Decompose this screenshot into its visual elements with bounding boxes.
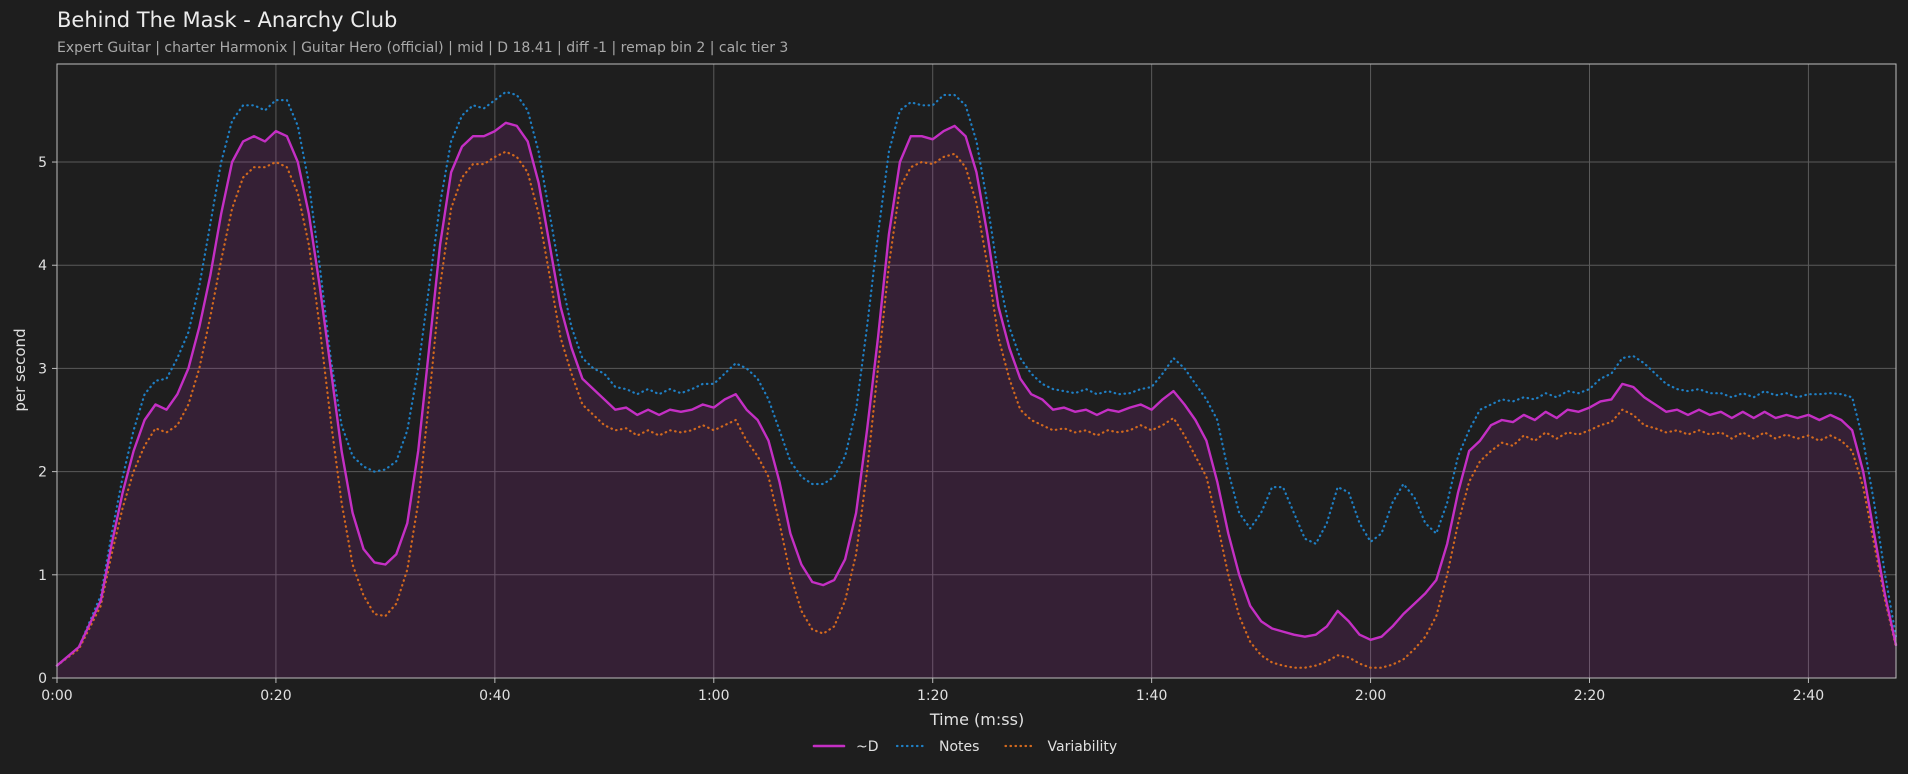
x-tick-label: 2:00 bbox=[1355, 688, 1386, 704]
x-tick-label: 2:40 bbox=[1793, 688, 1824, 704]
y-tick-label: 3 bbox=[38, 361, 47, 377]
y-tick-label: 5 bbox=[38, 155, 47, 171]
legend: ~D Notes Variability bbox=[812, 739, 1118, 755]
chart-canvas: 0:00 0:20 0:40 1:00 1:20 1:40 2:00 2:20 2:40 0 1 2… bbox=[11, 63, 1898, 755]
y-tick-label: 0 bbox=[38, 671, 47, 687]
y-tick-label: 1 bbox=[38, 568, 47, 584]
x-tick-label: 0:20 bbox=[260, 688, 291, 704]
x-tick-label: 0:40 bbox=[479, 688, 510, 704]
x-tick-label: 2:20 bbox=[1574, 688, 1605, 704]
legend-item: Variability bbox=[1004, 739, 1118, 755]
y-tick-label: 4 bbox=[38, 258, 47, 274]
y-axis-label: per second bbox=[11, 328, 29, 411]
legend-item: Notes bbox=[895, 739, 979, 755]
x-axis-ticks: 0:00 0:20 0:40 1:00 1:20 1:40 2:00 2:20 2:40 bbox=[41, 678, 1824, 704]
legend-label: ~D bbox=[856, 739, 879, 755]
y-axis-ticks: 0 1 2 3 4 5 bbox=[38, 155, 57, 687]
legend-item: ~D bbox=[812, 739, 879, 755]
legend-label: Notes bbox=[939, 739, 979, 755]
legend-label: Variability bbox=[1048, 739, 1118, 755]
x-axis-label: Time (m:ss) bbox=[929, 710, 1024, 729]
y-tick-label: 2 bbox=[38, 465, 47, 481]
x-tick-label: 1:20 bbox=[917, 688, 948, 704]
x-tick-label: 1:40 bbox=[1136, 688, 1167, 704]
x-tick-label: 1:00 bbox=[698, 688, 729, 704]
x-tick-label: 0:00 bbox=[41, 688, 72, 704]
